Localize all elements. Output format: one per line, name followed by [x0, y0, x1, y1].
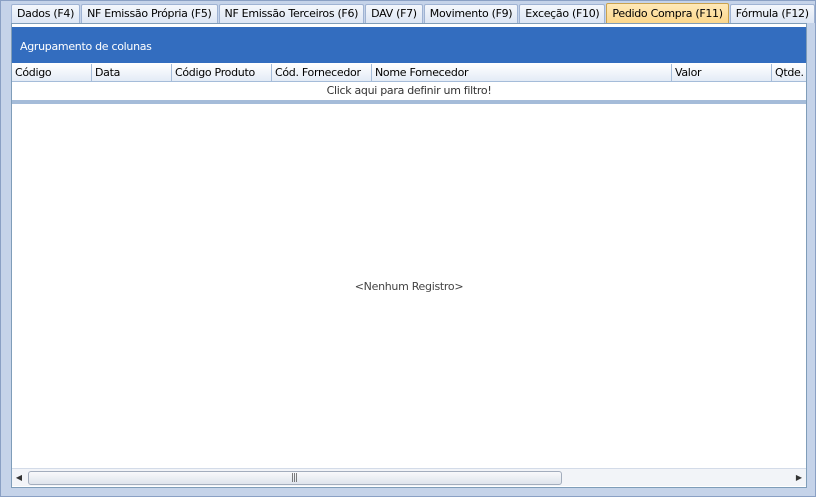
tab-nf-emissao-propria[interactable]: NF Emissão Própria (F5) — [81, 4, 218, 23]
filter-row[interactable]: Click aqui para definir um filtro! — [12, 82, 806, 104]
column-header-data[interactable]: Data — [92, 64, 172, 81]
horizontal-scrollbar[interactable]: ◀ ||| ▶ — [12, 468, 806, 486]
column-header-nome-fornecedor[interactable]: Nome Fornecedor — [372, 64, 672, 81]
empty-grid-message: <Nenhum Registro> — [354, 280, 464, 293]
column-header-row: Código Data Código Produto Cód. Forneced… — [12, 64, 806, 82]
tab-nf-emissao-terceiros[interactable]: NF Emissão Terceiros (F6) — [218, 4, 365, 23]
column-header-qtde[interactable]: Qtde. — [772, 64, 806, 81]
tab-dav[interactable]: DAV (F7) — [365, 4, 423, 23]
tab-strip: Dados (F4) NF Emissão Própria (F5) NF Em… — [11, 3, 816, 24]
column-header-cod-fornecedor[interactable]: Cód. Fornecedor — [272, 64, 372, 81]
group-by-label: Agrupamento de colunas — [20, 40, 152, 53]
group-by-panel[interactable]: Agrupamento de colunas — [12, 27, 806, 63]
window-frame: Dados (F4) NF Emissão Própria (F5) NF Em… — [0, 0, 816, 497]
column-header-valor[interactable]: Valor — [672, 64, 772, 81]
tab-formula[interactable]: Fórmula (F12) — [729, 4, 815, 23]
grip-lines-icon: ||| — [291, 473, 298, 483]
scrollbar-thumb[interactable]: ||| — [28, 471, 562, 485]
column-header-codigo-produto[interactable]: Código Produto — [172, 64, 272, 81]
triangle-left-icon[interactable]: ◀ — [12, 469, 26, 486]
column-header-codigo[interactable]: Código — [12, 64, 92, 81]
tab-excecao[interactable]: Exceção (F10) — [519, 4, 606, 23]
tab-movimento[interactable]: Movimento (F9) — [423, 4, 519, 23]
triangle-right-icon[interactable]: ▶ — [792, 469, 806, 486]
tab-dados[interactable]: Dados (F4) — [11, 4, 81, 23]
data-grid: Agrupamento de colunas Código Data Códig… — [11, 23, 807, 488]
tab-pedido-compra[interactable]: Pedido Compra (F11) — [606, 3, 729, 24]
